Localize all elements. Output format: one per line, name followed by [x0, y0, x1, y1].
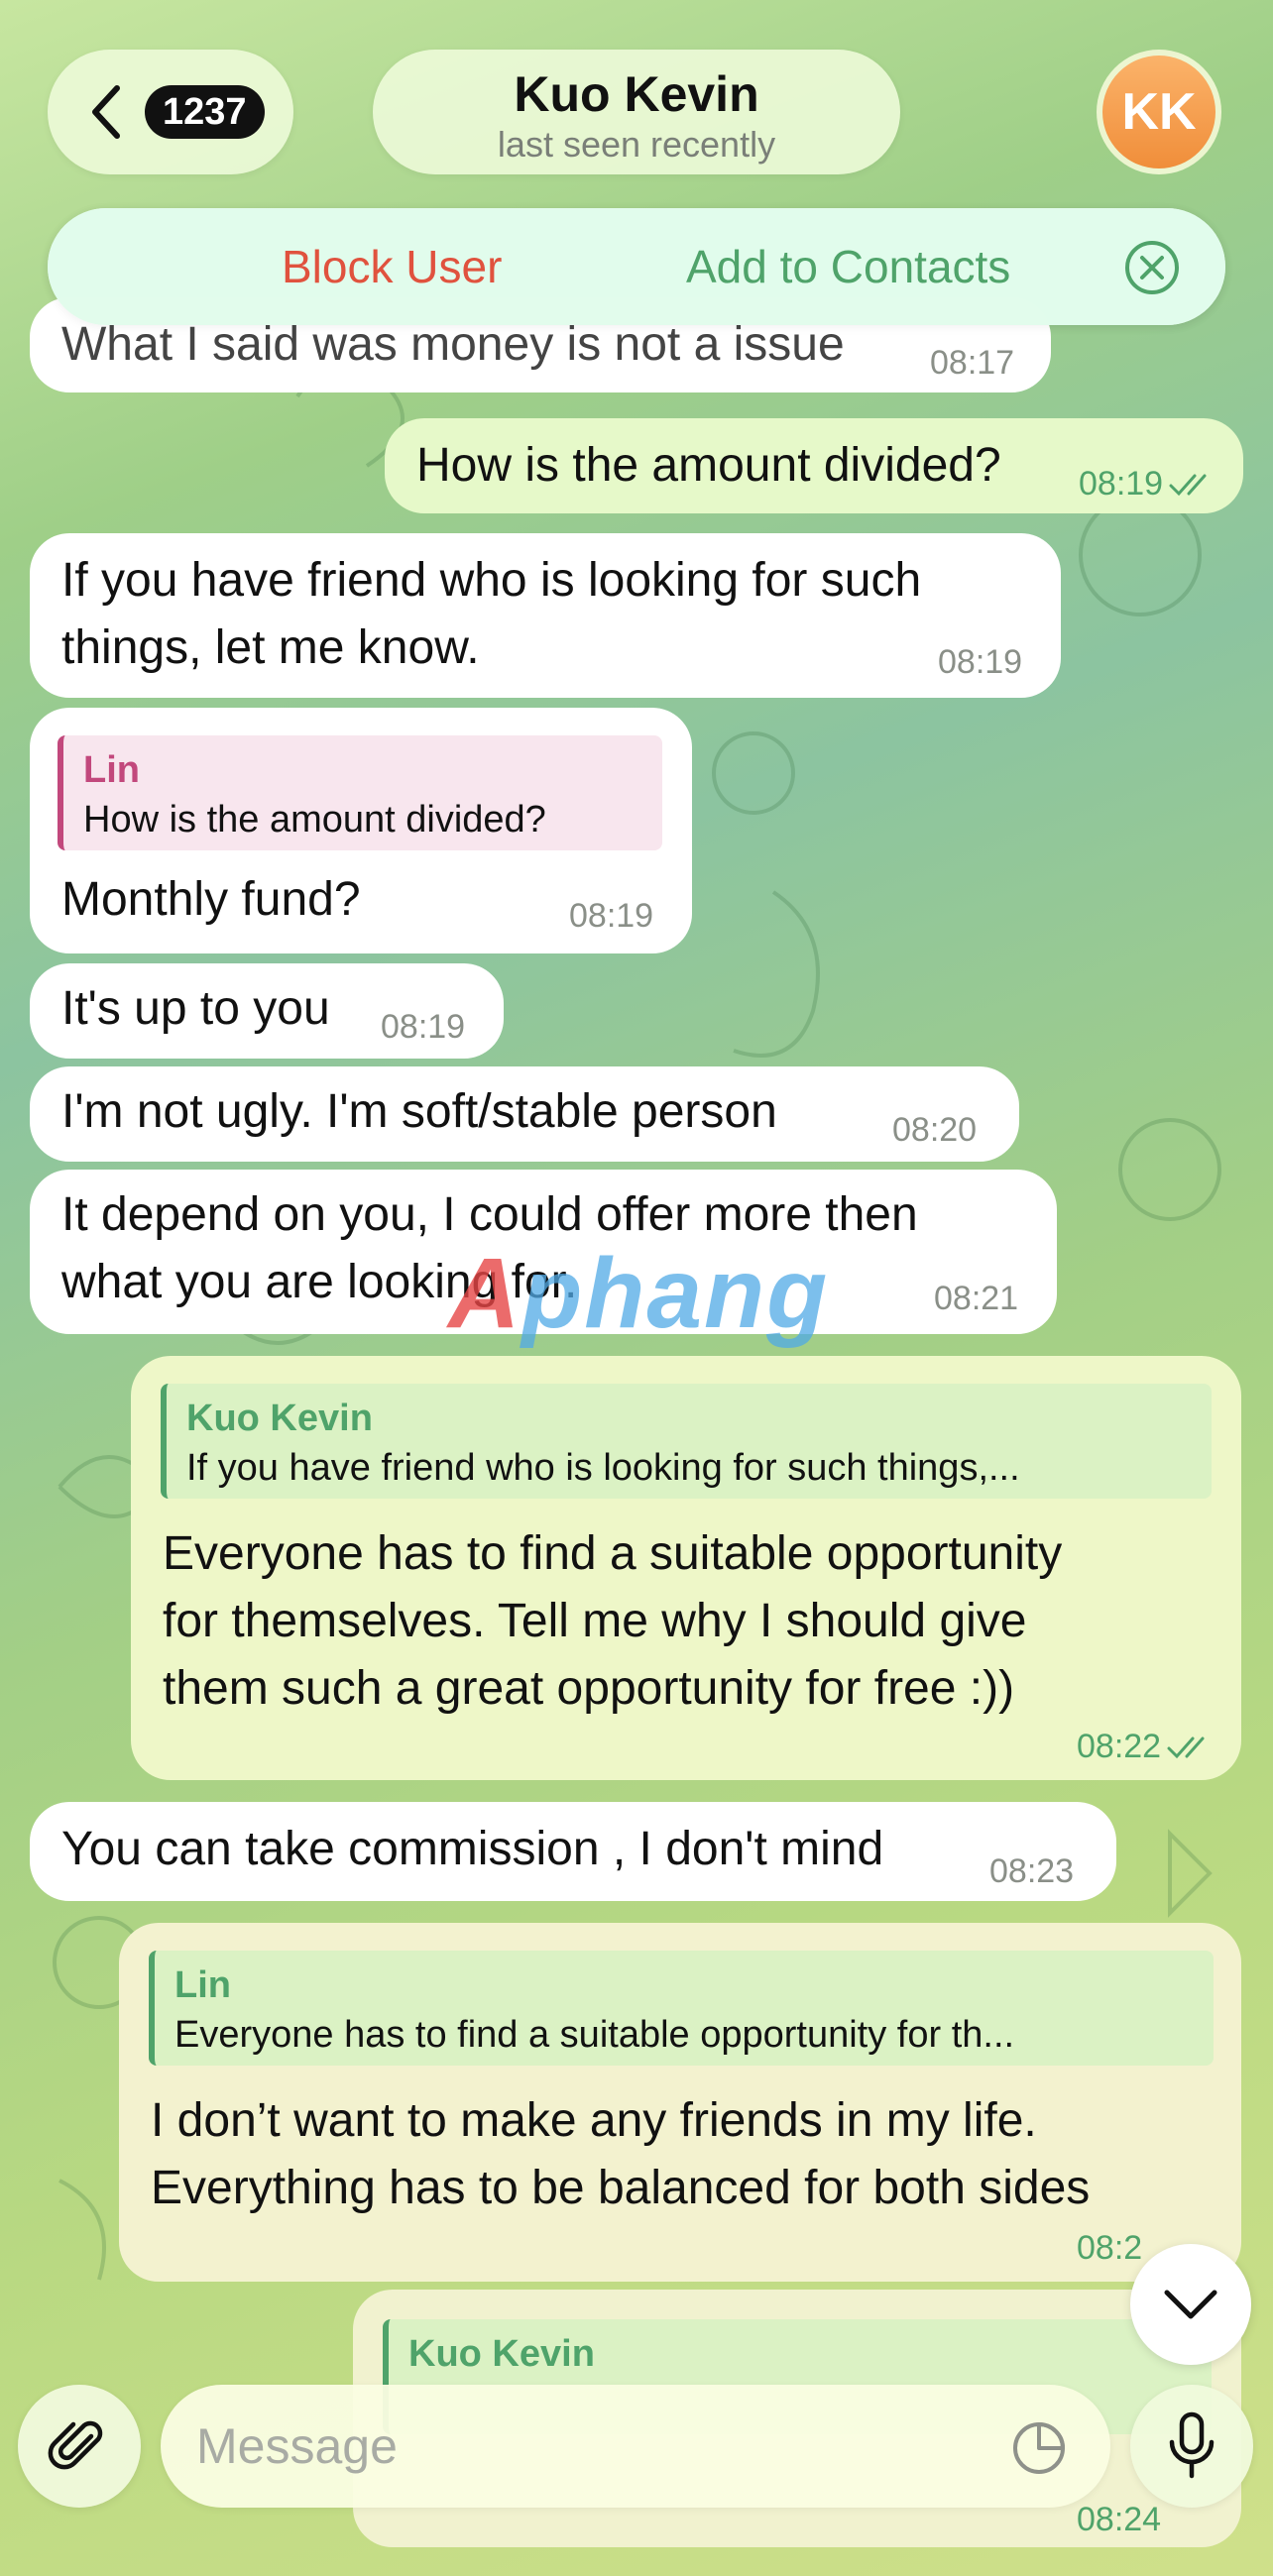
scroll-to-bottom-button[interactable] [1130, 2244, 1251, 2365]
message-text-line: Everyone has to find a suitable opportun… [163, 1527, 1063, 1580]
contact-action-bar-overlay: Block User Add to Contacts [48, 208, 1225, 325]
chevron-left-icon [92, 85, 120, 139]
message-time: 08:23 [989, 1852, 1075, 1890]
message-text: You can take commission , I don't mind [61, 1823, 884, 1875]
microphone-icon [1169, 2411, 1215, 2479]
message-time: 08:20 [892, 1111, 978, 1149]
message-bubble-incoming[interactable]: Lin How is the amount divided? Monthly f… [30, 708, 692, 953]
message-time: 08:19 [381, 1008, 466, 1046]
contact-name: Kuo Kevin [514, 66, 759, 122]
close-icon[interactable] [1124, 240, 1180, 295]
message-text-line: If you have friend who is looking for su… [61, 554, 922, 607]
message-bubble-incoming[interactable]: You can take commission , I don't mind 0… [30, 1802, 1116, 1901]
message-input-container [161, 2385, 1110, 2508]
block-user-label[interactable]: Block User [282, 240, 502, 293]
paperclip-icon [48, 2420, 103, 2470]
message-bubble-incoming[interactable]: If you have friend who is looking for su… [30, 533, 1061, 698]
message-time: 08:2 [1077, 2229, 1143, 2267]
reply-author: Kuo Kevin [408, 2333, 595, 2375]
reply-text: If you have friend who is looking for su… [186, 1447, 1020, 1489]
message-bubble-outgoing[interactable]: How is the amount divided? 08:19 [385, 418, 1243, 513]
message-time: 08:19 [569, 897, 654, 935]
message-bubble-incoming[interactable]: It's up to you 08:19 [30, 963, 504, 1059]
message-text: Monthly fund? [61, 873, 361, 926]
message-text-line: for themselves. Tell me why I should giv… [163, 1595, 1027, 1647]
message-text-line: Everything has to be balanced for both s… [151, 2162, 1091, 2214]
reply-author: Lin [83, 749, 140, 791]
add-to-contacts-label[interactable]: Add to Contacts [686, 240, 1010, 293]
voice-record-button[interactable] [1130, 2385, 1253, 2508]
message-bubble-incoming[interactable]: I'm not ugly. I'm soft/stable person 08:… [30, 1066, 1019, 1162]
message-time: 08:22 [1077, 1727, 1213, 1766]
reply-author: Kuo Kevin [186, 1398, 373, 1439]
message-text: It's up to you [61, 982, 330, 1035]
contact-status: last seen recently [497, 124, 776, 165]
message-time: 08:24 [1077, 2501, 1162, 2538]
reply-author: Lin [174, 1964, 231, 2006]
chevron-down-icon [1164, 2290, 1217, 2319]
back-button[interactable]: 1237 [48, 50, 293, 174]
chat-title[interactable]: Kuo Kevin last seen recently [373, 50, 900, 174]
attach-button[interactable] [18, 2385, 141, 2508]
double-check-icon [1167, 1736, 1205, 1759]
unread-count-badge: 1237 [145, 85, 265, 139]
avatar[interactable]: KK [1097, 50, 1221, 174]
sticker-icon[interactable] [1011, 2420, 1067, 2476]
message-input[interactable] [196, 2414, 970, 2478]
reply-quote[interactable]: Kuo Kevin If you have friend who is look… [161, 1384, 1212, 1499]
message-text-line: I don’t want to make any friends in my l… [151, 2094, 1037, 2147]
message-time: 08:19 [938, 643, 1023, 681]
watermark-logo: Aphang [448, 1238, 830, 1349]
reply-text: How is the amount divided? [83, 799, 546, 840]
reply-quote[interactable]: Lin How is the amount divided? [58, 735, 662, 850]
message-text: I'm not ugly. I'm soft/stable person [61, 1085, 777, 1138]
message-bubble-outgoing[interactable]: Lin Everyone has to find a suitable oppo… [119, 1923, 1241, 2282]
message-text-line: things, let me know. [61, 621, 480, 674]
message-text: How is the amount divided? [416, 439, 1001, 492]
reply-quote[interactable]: Lin Everyone has to find a suitable oppo… [149, 1951, 1214, 2066]
double-check-icon [1169, 474, 1207, 497]
message-bubble-outgoing[interactable]: Kuo Kevin If you have friend who is look… [131, 1356, 1241, 1780]
message-time: 08:19 [1079, 464, 1215, 504]
reply-text: Everyone has to find a suitable opportun… [174, 2014, 1015, 2056]
message-time: 08:17 [930, 344, 1015, 382]
message-time-text: 08:19 [1079, 465, 1164, 503]
message-time: 08:21 [934, 1280, 1019, 1317]
message-text-line: them such a great opportunity for free :… [163, 1662, 1015, 1715]
message-time-text: 08:22 [1077, 1728, 1162, 1765]
